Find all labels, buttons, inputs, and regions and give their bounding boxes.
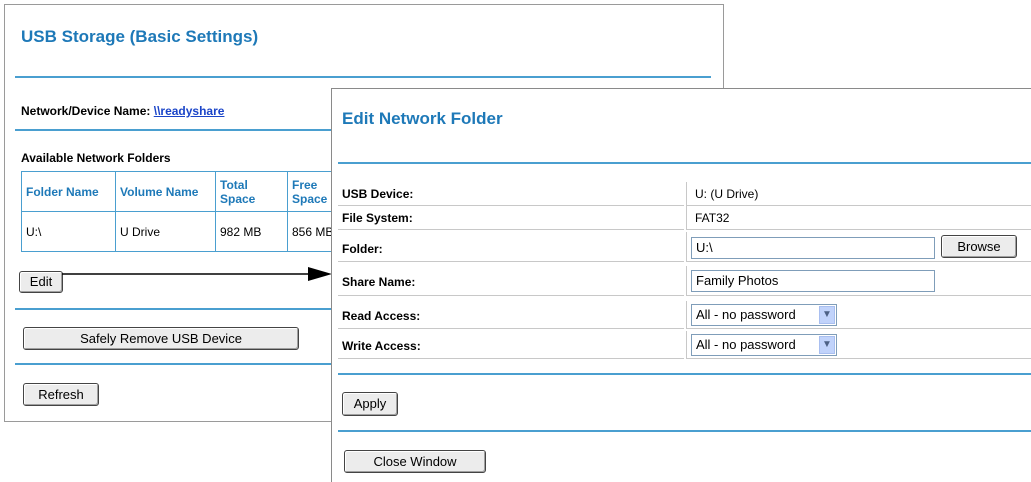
write-access-select[interactable]: All - no password ▼ xyxy=(691,334,837,356)
cell-total: 982 MB xyxy=(215,211,288,252)
safely-remove-usb-button[interactable]: Safely Remove USB Device xyxy=(23,327,299,350)
usb-device-value: U: (U Drive) xyxy=(695,187,759,201)
folder-row: Folder: U:\ Browse xyxy=(338,232,1031,262)
file-system-label: File System: xyxy=(342,211,413,225)
file-system-row: File System: FAT32 xyxy=(338,206,1031,230)
divider xyxy=(338,162,1031,164)
read-access-select[interactable]: All - no password ▼ xyxy=(691,304,837,326)
folders-heading: Available Network Folders xyxy=(21,151,171,165)
table-row: U:\ U Drive 982 MB 856 MB xyxy=(21,211,348,252)
file-system-value: FAT32 xyxy=(695,211,730,225)
cell-volume: U Drive xyxy=(115,211,216,252)
col-folder-name: Folder Name xyxy=(21,171,116,212)
write-access-label: Write Access: xyxy=(342,339,421,353)
refresh-button[interactable]: Refresh xyxy=(23,383,99,406)
browse-button[interactable]: Browse xyxy=(941,235,1017,258)
share-name-label: Share Name: xyxy=(342,275,416,289)
folder-input[interactable]: U:\ xyxy=(691,237,935,259)
read-access-row: Read Access: All - no password ▼ xyxy=(338,301,1031,329)
apply-button[interactable]: Apply xyxy=(342,392,398,416)
folder-label: Folder: xyxy=(342,242,383,256)
col-volume-name: Volume Name xyxy=(115,171,216,212)
write-access-selected: All - no password xyxy=(696,337,796,352)
divider xyxy=(15,308,335,310)
connector-arrow-icon xyxy=(62,267,332,281)
edit-network-folder-window: Edit Network Folder USB Device: U: (U Dr… xyxy=(331,88,1031,482)
read-access-selected: All - no password xyxy=(696,307,796,322)
divider xyxy=(338,430,1031,432)
divider xyxy=(15,363,335,365)
folders-table: Folder Name Volume Name Total Space Free… xyxy=(21,171,348,252)
chevron-down-icon[interactable]: ▼ xyxy=(819,336,835,354)
dialog-title: Edit Network Folder xyxy=(342,109,503,128)
divider xyxy=(338,373,1031,375)
table-header-row: Folder Name Volume Name Total Space Free… xyxy=(21,171,348,212)
usb-device-row: USB Device: U: (U Drive) xyxy=(338,182,1031,206)
write-access-row: Write Access: All - no password ▼ xyxy=(338,331,1031,359)
close-window-button[interactable]: Close Window xyxy=(344,450,486,473)
page-title: USB Storage (Basic Settings) xyxy=(21,27,259,46)
usb-device-label: USB Device: xyxy=(342,187,414,201)
edit-button[interactable]: Edit xyxy=(19,271,63,293)
device-name-link[interactable]: \\readyshare xyxy=(154,104,225,118)
device-name-label: Network/Device Name: xyxy=(21,104,151,118)
chevron-down-icon[interactable]: ▼ xyxy=(819,306,835,324)
share-name-row: Share Name: Family Photos xyxy=(338,266,1031,296)
divider xyxy=(15,76,711,78)
read-access-label: Read Access: xyxy=(342,309,421,323)
device-name-row: Network/Device Name: \\readyshare xyxy=(21,104,224,118)
divider xyxy=(15,129,335,131)
cell-folder: U:\ xyxy=(21,211,116,252)
share-name-input[interactable]: Family Photos xyxy=(691,270,935,292)
col-total-space: Total Space xyxy=(215,171,288,212)
